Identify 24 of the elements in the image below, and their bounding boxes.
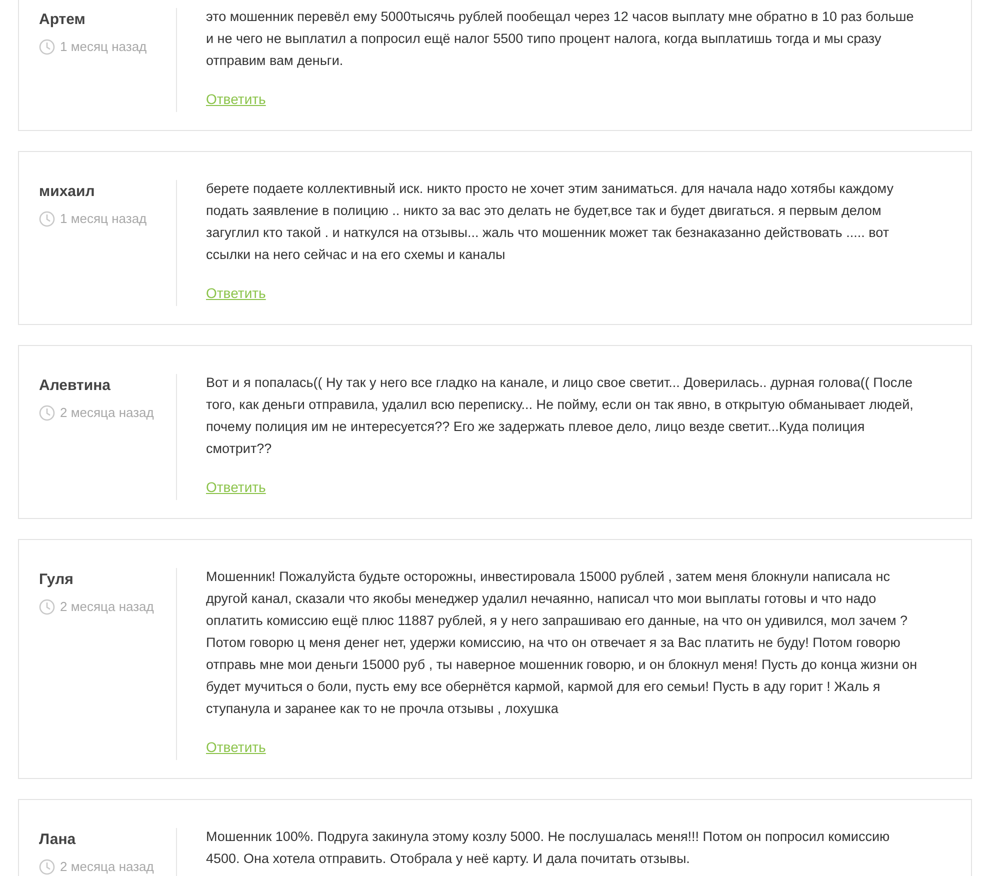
comment-text: Мошенник 100%. Подруга закинула этому козлу 5000. Не послушалась меня!!! Потом он попросил комиссию 4500. Она хотела отправить. Отобрала у неё карту. И дала почитать отзывы.: [206, 828, 891, 868]
reply-link[interactable]: Ответить: [206, 477, 266, 497]
comment-time: 2 месяца назад: [60, 598, 154, 616]
comment-time: 1 месяц назад: [60, 210, 147, 228]
author-name: Артем: [39, 10, 86, 30]
author-name: михаил: [39, 182, 96, 202]
author-name: Алевтина: [39, 376, 112, 396]
comment-text: Мошенник! Пожалуйста будьте осторожны, инвестировала 15000 рублей , затем меня блокнули написала нс другой канал, сказали что якобы менеджер удалил нечаянно, написал что мои выплаты готовы и что надо оплатить комиссию ещё плюс 11887 рублей, я у него запрашиваю его данные, на что он удивился, мол зачем ? Потом говорю ц меня денег нет, удержи комиссию, на что он отвечает я за Вас платить не буду! Потом говорю отправь мне мои деньги 15000 руб , ты наверное мошенник говорю, и он блокнул меня! Пусть до конца жизни он будет мучиться о боли, пусть ему все обернётся кармой, кармой для его семьи! Пусть в аду горит ! Жаль я ступанула и заранее как то не прочла отзывы , лохушка: [206, 568, 918, 718]
reply-link[interactable]: Ответить: [206, 89, 266, 109]
clock-icon: [39, 858, 55, 875]
clock-icon: [39, 598, 55, 615]
author-name: Лана: [39, 830, 77, 850]
comment-text: это мошенник перевёл ему 5000тысячь рублей пообещал через 12 часов выплату мне обратно в 10 раз больше и не чего не выплатил а попросил ещё налог 5500 типо процент налога, когда выплатишь тогда и мы сразу отправим вам деньги.: [206, 8, 915, 70]
comment-text: берете подаете коллективный иск. никто просто не хочет этим заниматься. для начала надо хотябы каждому подать заявление в полицию .. никто за вас это делать не будет,все так и будет двигаться. я первым делом загуглил кто такой . и наткулся на отзывы... жаль что мошенник может так безнаказанно действовать ..... вот ссылки на него сейчас и на его схемы и каналы: [206, 180, 894, 264]
clock-icon: [39, 404, 55, 421]
comment-time: 2 месяца назад: [60, 858, 154, 876]
comment-time: 2 месяца назад: [60, 404, 154, 422]
clock-icon: [39, 38, 55, 55]
comment-text: Вот и я попалась(( Ну так у него все гладко на канале, и лицо свое светит... Доверилась.. дурная голова(( После того, как деньги отправила, удалил всю переписку... Не пойму, если он так явно, в открытую обманывает людей, почему полиция им не интересуется?? Его же задержать плевое дело, лицо везде светит...Куда полиция смотрит??: [206, 374, 914, 458]
reply-link[interactable]: Ответить: [206, 737, 266, 757]
reply-link[interactable]: Ответить: [206, 283, 266, 303]
comment-time: 1 месяц назад: [60, 38, 147, 56]
clock-icon: [39, 210, 55, 227]
author-name: Гуля: [39, 570, 74, 590]
